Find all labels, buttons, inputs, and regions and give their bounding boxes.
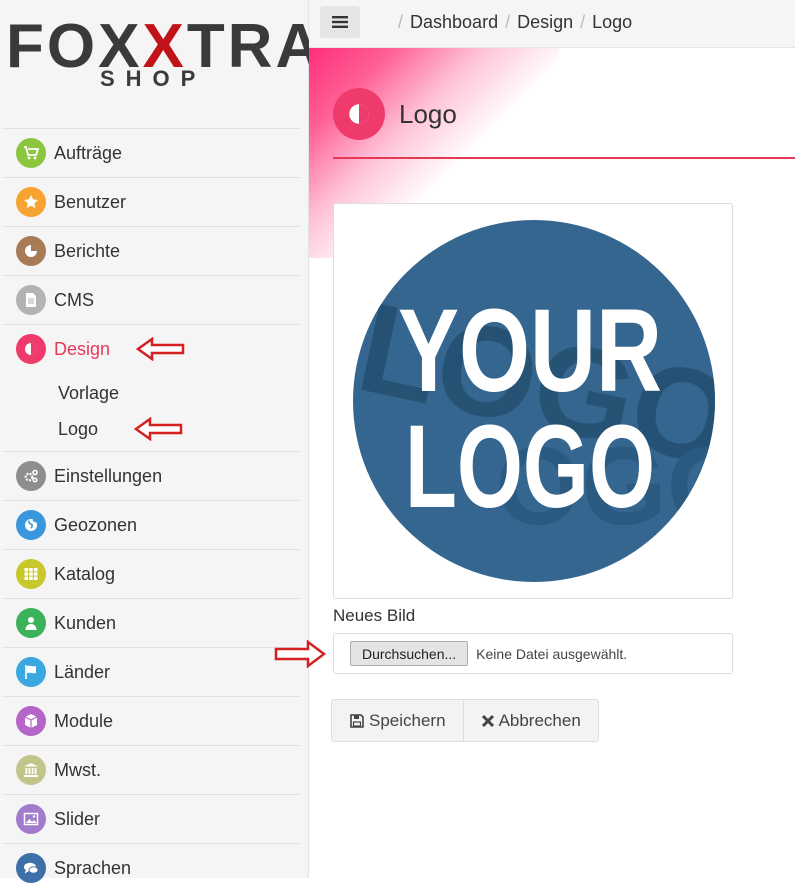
user-icon <box>16 608 46 638</box>
browse-button[interactable]: Durchsuchen... <box>350 641 469 666</box>
sidebar-subitem-vorlage[interactable]: Vorlage <box>2 375 300 411</box>
sidebar-item-berichte[interactable]: Berichte <box>2 226 300 275</box>
page-header: Logo <box>333 88 457 140</box>
bank-icon <box>16 755 46 785</box>
save-button[interactable]: Speichern <box>331 699 464 742</box>
sidebar-item-label: Design <box>54 338 111 359</box>
sidebar-item-cms[interactable]: CMS <box>2 275 300 324</box>
sidebar-item-einstellungen[interactable]: Einstellungen <box>2 451 300 500</box>
breadcrumb-separator: / <box>580 12 586 32</box>
floppy-disk-icon <box>350 713 364 728</box>
sidebar-item-label: Länder <box>54 661 111 682</box>
main-content: Logo LOGO OGO YOUR LOGO Neues Bild Durch… <box>309 48 795 878</box>
sidebar-item-design[interactable]: Design <box>2 324 300 373</box>
save-label: Speichern <box>369 710 446 730</box>
sidebar-item-slider[interactable]: Slider <box>2 794 300 843</box>
comments-icon <box>16 853 46 883</box>
sidebar-item-auftraege[interactable]: Aufträge <box>2 128 300 177</box>
cube-icon <box>16 706 46 736</box>
logo-placeholder-image: LOGO OGO YOUR LOGO <box>353 220 715 582</box>
menu-toggle-button[interactable] <box>320 6 360 38</box>
title-divider <box>333 157 795 159</box>
sidebar-subitem-label: Vorlage <box>58 382 120 403</box>
file-upload-field[interactable]: Durchsuchen... Keine Datei ausgewählt. <box>333 633 733 674</box>
image-icon <box>16 804 46 834</box>
sidebar-item-sprachen[interactable]: Sprachen <box>2 843 300 892</box>
sidebar-item-label: Katalog <box>54 563 116 584</box>
breadcrumb-dashboard[interactable]: Dashboard <box>410 12 498 33</box>
document-icon <box>16 285 46 315</box>
pie-chart-icon <box>16 236 46 266</box>
sidebar-item-label: Slider <box>54 808 101 829</box>
flag-icon <box>16 657 46 687</box>
design-submenu: Vorlage Logo <box>2 373 300 451</box>
sidebar-item-laender[interactable]: Länder <box>2 647 300 696</box>
form-actions: Speichern Abbrechen <box>331 699 599 742</box>
annotation-arrow-left-icon <box>134 417 183 441</box>
cancel-label: Abbrechen <box>498 710 581 730</box>
brand-sub: SHOP <box>100 66 207 91</box>
file-status-text: Keine Datei ausgewählt. <box>476 645 628 662</box>
current-logo-preview: LOGO OGO YOUR LOGO <box>333 203 733 599</box>
sidebar-item-label: Sprachen <box>54 857 132 878</box>
sidebar-item-benutzer[interactable]: Benutzer <box>2 177 300 226</box>
logo-text-logo: LOGO <box>405 401 655 533</box>
sidebar-item-label: Berichte <box>54 240 121 261</box>
breadcrumb-separator: / <box>398 12 404 32</box>
sidebar-item-label: Mwst. <box>54 759 101 780</box>
breadcrumb: / Dashboard / Design / Logo <box>391 12 632 33</box>
new-image-label: Neues Bild <box>333 606 416 625</box>
top-bar: / Dashboard / Design / Logo <box>309 0 795 48</box>
annotation-arrow-right-icon <box>274 640 326 668</box>
contrast-icon <box>16 334 46 364</box>
sidebar-item-geozonen[interactable]: Geozonen <box>2 500 300 549</box>
sidebar-item-label: Benutzer <box>54 191 127 212</box>
brand-logo[interactable]: FOXXTRA SHOP <box>6 16 320 96</box>
contrast-icon <box>333 88 385 140</box>
sidebar-item-label: Module <box>54 710 114 731</box>
sidebar-item-label: Kunden <box>54 612 117 633</box>
sidebar-item-module[interactable]: Module <box>2 696 300 745</box>
hamburger-icon <box>332 16 348 28</box>
sidebar-item-label: Einstellungen <box>54 465 163 486</box>
sidebar-item-mwst[interactable]: Mwst. <box>2 745 300 794</box>
sidebar-item-katalog[interactable]: Katalog <box>2 549 300 598</box>
star-icon <box>16 187 46 217</box>
breadcrumb-logo: Logo <box>592 12 633 32</box>
cart-icon <box>16 138 46 168</box>
sidebar-subitem-label: Logo <box>58 418 99 439</box>
grid-icon <box>16 559 46 589</box>
brand-tra: TRA <box>186 12 324 81</box>
sidebar-item-label: Geozonen <box>54 514 138 535</box>
annotation-arrow-left-icon <box>136 337 185 361</box>
sidebar-item-label: Aufträge <box>54 142 123 163</box>
logo-text-your: YOUR <box>398 285 662 417</box>
sidebar-item-label: CMS <box>54 289 94 310</box>
sidebar-subitem-logo[interactable]: Logo <box>2 411 300 447</box>
breadcrumb-design[interactable]: Design <box>517 12 573 33</box>
page-title: Logo <box>399 98 457 129</box>
sidebar: FOXXTRA SHOP Aufträge Benutzer Berichte … <box>0 0 320 883</box>
sidebar-item-kunden[interactable]: Kunden <box>2 598 300 647</box>
cogs-icon <box>16 461 46 491</box>
cancel-button[interactable]: Abbrechen <box>463 699 599 742</box>
close-icon <box>481 714 494 727</box>
sidebar-menu: Aufträge Benutzer Berichte CMS Design Vo… <box>2 128 300 892</box>
breadcrumb-separator: / <box>505 12 511 32</box>
globe-icon <box>16 510 46 540</box>
